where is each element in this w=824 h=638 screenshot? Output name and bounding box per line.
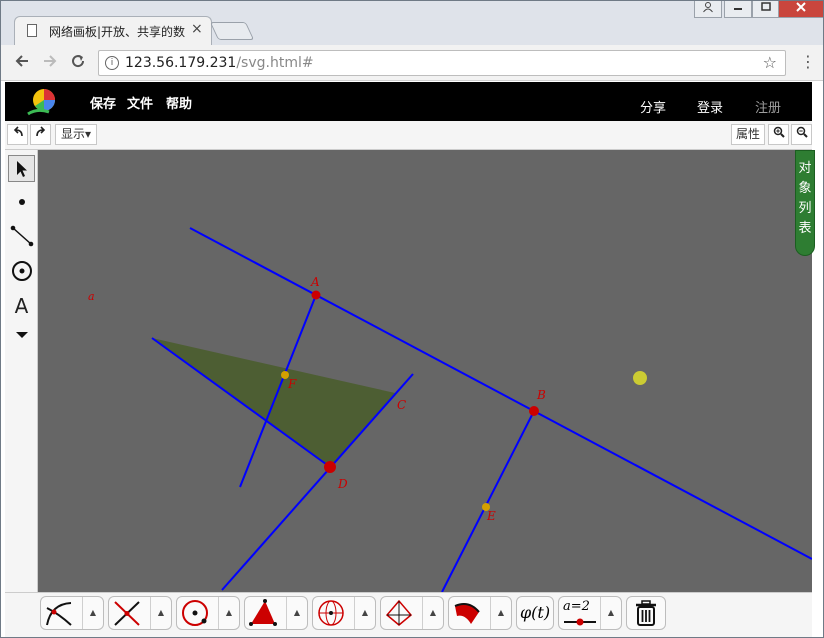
tool-palette: A <box>5 150 38 592</box>
menu-file[interactable]: 文件 <box>127 93 153 112</box>
label-b: B <box>536 388 546 402</box>
point-b[interactable] <box>529 406 539 416</box>
circle-tool-dropdown[interactable]: ▲ <box>218 597 239 629</box>
browser-tab[interactable]: 网络画板|开放、共享的数 × <box>14 16 212 45</box>
user-icon[interactable] <box>694 0 722 18</box>
arc-tool-icon[interactable] <box>451 598 483 628</box>
3d-tool-group[interactable]: ▲ <box>380 596 444 630</box>
page-icon <box>27 24 37 37</box>
select-arrow-icon[interactable] <box>8 155 35 182</box>
curve-tool-dropdown[interactable]: ▲ <box>82 597 103 629</box>
curve-tool-group[interactable]: ▲ <box>40 596 104 630</box>
browser-titlebar: 网络画板|开放、共享的数 × <box>0 0 824 45</box>
geometry-figure[interactable]: A B C D E F a <box>38 150 812 592</box>
label-a: A <box>310 275 320 289</box>
url-text: 123.56.179.231/svg.html# <box>125 55 314 71</box>
intersect-tool-group[interactable]: ▲ <box>108 596 172 630</box>
login-link[interactable]: 登录 <box>697 97 723 116</box>
share-link[interactable]: 分享 <box>640 97 666 116</box>
close-tab-icon[interactable]: × <box>191 21 203 37</box>
perpendicular-b[interactable] <box>441 410 535 592</box>
object-list-tab[interactable]: 对象列表 <box>795 150 815 256</box>
url-path: /svg.html# <box>236 55 314 71</box>
new-tab-button[interactable] <box>209 22 255 40</box>
segment-icon[interactable] <box>8 222 35 249</box>
circle-tool-icon[interactable] <box>179 598 211 628</box>
show-dropdown[interactable]: 显示▾ <box>55 124 97 145</box>
reload-icon[interactable] <box>70 53 86 74</box>
3d-tool-dropdown[interactable]: ▲ <box>422 597 443 629</box>
transform-tool-icon[interactable] <box>315 598 347 628</box>
free-point[interactable] <box>633 371 647 385</box>
point-a[interactable] <box>311 290 321 300</box>
point-icon[interactable] <box>8 189 35 216</box>
label-e: E <box>486 509 496 523</box>
object-list-label: 对象列表 <box>798 161 812 236</box>
undo-icon[interactable] <box>7 124 28 145</box>
address-bar[interactable]: i 123.56.179.231/svg.html# ☆ <box>98 50 786 76</box>
point-d[interactable] <box>324 461 336 473</box>
close-window-icon[interactable] <box>778 0 824 18</box>
label-c: C <box>397 398 406 412</box>
transform-tool-dropdown[interactable]: ▲ <box>354 597 375 629</box>
transform-tool-group[interactable]: ▲ <box>312 596 376 630</box>
circle-tool-group[interactable]: ▲ <box>176 596 240 630</box>
maximize-icon[interactable] <box>752 0 780 18</box>
intersect-tool-icon[interactable] <box>111 598 143 628</box>
parameter-tool-group[interactable]: a=2 ▲ <box>558 596 622 630</box>
arc-tool-group[interactable]: ▲ <box>448 596 512 630</box>
register-link[interactable]: 注册 <box>755 97 781 116</box>
trash-icon[interactable] <box>626 596 666 630</box>
polygon-tool-dropdown[interactable]: ▲ <box>286 597 307 629</box>
label-parameter-a: a <box>88 290 95 303</box>
arc-tool-dropdown[interactable]: ▲ <box>490 597 511 629</box>
bookmark-star-icon[interactable]: ☆ <box>763 53 777 72</box>
zoom-in-icon[interactable] <box>768 124 789 145</box>
more-down-icon[interactable] <box>8 322 35 349</box>
polygon-tool-group[interactable]: ▲ <box>244 596 308 630</box>
parameter-slider-icon[interactable] <box>563 617 597 627</box>
drawing-canvas[interactable]: A B C D E F a <box>38 150 812 592</box>
browser-menu-icon[interactable]: ⋮ <box>800 52 816 71</box>
app-header: 保存 文件 帮助 分享 登录 注册 <box>5 82 812 121</box>
bottom-toolbar: ▲ ▲ ▲ ▲ ▲ ▲ ▲ φ(t) a=2 ▲ <box>5 592 812 638</box>
intersect-tool-dropdown[interactable]: ▲ <box>150 597 171 629</box>
redo-icon[interactable] <box>30 124 51 145</box>
app-logo <box>27 89 55 116</box>
label-d: D <box>337 477 348 491</box>
circle-icon[interactable] <box>8 257 35 284</box>
text-icon[interactable]: A <box>8 293 35 320</box>
parameter-tool-dropdown[interactable]: ▲ <box>600 597 621 629</box>
menu-help[interactable]: 帮助 <box>166 93 192 112</box>
menu-save[interactable]: 保存 <box>90 93 116 112</box>
info-icon[interactable]: i <box>105 56 119 70</box>
tab-title: 网络画板|开放、共享的数 <box>49 25 186 39</box>
forward-icon[interactable] <box>42 53 58 74</box>
app-toolbar: 显示▾ 属性 <box>5 121 812 150</box>
properties-button[interactable]: 属性 <box>731 124 765 145</box>
minimize-icon[interactable] <box>724 0 752 18</box>
curve-tool-icon[interactable] <box>43 598 75 628</box>
label-f: F <box>287 377 297 391</box>
url-host: 123.56.179.231 <box>125 55 237 71</box>
back-icon[interactable] <box>14 53 30 74</box>
polygon-tool-icon[interactable] <box>247 598 279 628</box>
function-tool-icon[interactable]: φ(t) <box>516 596 554 630</box>
parameter-label: a=2 <box>563 599 590 614</box>
zoom-out-icon[interactable] <box>791 124 812 145</box>
3d-tool-icon[interactable] <box>383 598 415 628</box>
